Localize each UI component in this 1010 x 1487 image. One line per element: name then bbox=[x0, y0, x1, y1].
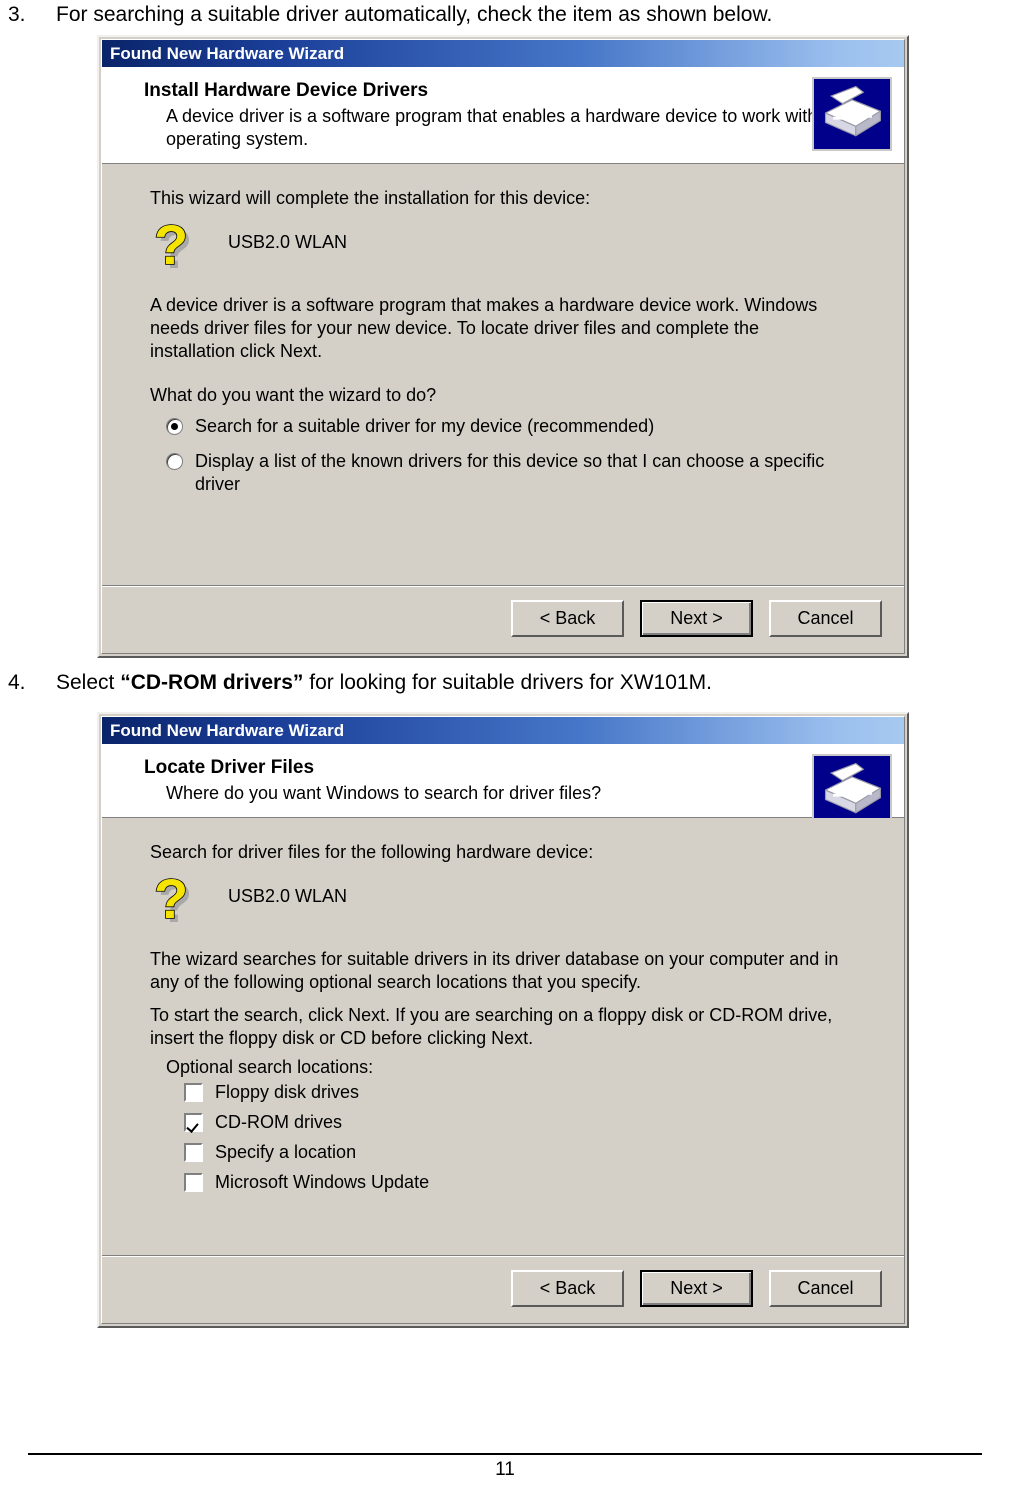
checkbox-option-specify-location-label: Specify a location bbox=[215, 1142, 357, 1162]
device-row: ? ? USB2.0 WLAN bbox=[150, 866, 874, 938]
checkbox-icon-unchecked[interactable] bbox=[184, 1173, 203, 1192]
wizard-body-install: This wizard will complete the installati… bbox=[102, 164, 904, 585]
next-button[interactable]: Next > bbox=[640, 1270, 753, 1307]
wizard-header-title: Install Hardware Device Drivers bbox=[144, 80, 429, 101]
checkbox-option-specify-location[interactable]: Specify a location bbox=[150, 1141, 874, 1164]
checkbox-option-windows-update-label: Microsoft Windows Update bbox=[215, 1172, 430, 1192]
dialog-titlebar: Found New Hardware Wizard bbox=[102, 717, 904, 744]
checkbox-option-cdrom-label: CD-ROM drives bbox=[215, 1112, 343, 1132]
optional-search-locations-label: Optional search locations: bbox=[166, 1057, 374, 1077]
checkbox-icon-unchecked[interactable] bbox=[184, 1143, 203, 1162]
dialog-title-text: Found New Hardware Wizard bbox=[110, 721, 345, 740]
checkbox-icon-unchecked[interactable] bbox=[184, 1083, 203, 1102]
locate-intro-text: Search for driver files for the followin… bbox=[150, 842, 594, 862]
dialog-inner-frame: Found New Hardware Wizard Install Hardwa… bbox=[101, 39, 905, 654]
cancel-button[interactable]: Cancel bbox=[769, 1270, 882, 1307]
wizard-header-band: Locate Driver Files Where do you want Wi… bbox=[102, 744, 904, 828]
footer-divider bbox=[28, 1453, 982, 1455]
radio-icon-selected[interactable] bbox=[166, 418, 183, 435]
hardware-device-icon bbox=[812, 77, 892, 151]
unknown-device-question-icon: ? ? bbox=[150, 212, 212, 280]
svg-text:?: ? bbox=[154, 872, 188, 930]
found-new-hardware-wizard-dialog-install: Found New Hardware Wizard Install Hardwa… bbox=[97, 35, 909, 658]
install-intro-text: This wizard will complete the installati… bbox=[150, 188, 591, 208]
back-button[interactable]: < Back bbox=[511, 1270, 624, 1307]
step-4-emphasis: “CD-ROM drivers” bbox=[120, 671, 304, 694]
radio-option-display-list-label: Display a list of the known drivers for … bbox=[195, 451, 825, 494]
install-description-text: A device driver is a software program th… bbox=[150, 295, 818, 361]
radio-option-display-list[interactable]: Display a list of the known drivers for … bbox=[150, 450, 874, 496]
install-question-text: What do you want the wizard to do? bbox=[150, 385, 437, 405]
driver-option-radio-group: Search for a suitable driver for my devi… bbox=[150, 415, 874, 496]
dialog-titlebar: Found New Hardware Wizard bbox=[102, 40, 904, 67]
step-3-instruction: 3. For searching a suitable driver automa… bbox=[8, 2, 998, 28]
device-row: ? ? USB2.0 WLAN bbox=[150, 212, 874, 284]
wizard-header-title: Locate Driver Files bbox=[144, 757, 315, 778]
checkbox-option-floppy[interactable]: Floppy disk drives bbox=[150, 1081, 874, 1104]
hardware-device-icon bbox=[812, 754, 892, 828]
checkbox-option-cdrom[interactable]: CD-ROM drives bbox=[150, 1111, 874, 1134]
radio-option-search-driver[interactable]: Search for a suitable driver for my devi… bbox=[150, 415, 874, 438]
step-4-instruction: 4. Select “CD-ROM drivers” for looking fo… bbox=[8, 670, 998, 696]
dialog-footer-locate: < Back Next > Cancel bbox=[102, 1255, 904, 1323]
back-button[interactable]: < Back bbox=[511, 600, 624, 637]
step-3-number: 3. bbox=[8, 3, 26, 26]
found-new-hardware-wizard-dialog-locate: Found New Hardware Wizard Locate Driver … bbox=[97, 712, 909, 1328]
step-4-number: 4. bbox=[8, 671, 26, 694]
wizard-body-locate: Search for driver files for the followin… bbox=[102, 818, 904, 1255]
checkbox-icon-checked[interactable] bbox=[184, 1113, 203, 1132]
radio-option-search-driver-label: Search for a suitable driver for my devi… bbox=[195, 416, 655, 436]
optional-search-locations-group: Floppy disk drives CD-ROM drives Specify… bbox=[150, 1081, 874, 1194]
dialog-title-text: Found New Hardware Wizard bbox=[110, 44, 345, 63]
dialog-footer-install: < Back Next > Cancel bbox=[102, 585, 904, 653]
cancel-button[interactable]: Cancel bbox=[769, 600, 882, 637]
step-4-text-after: for looking for suitable drivers for XW1… bbox=[303, 671, 712, 694]
checkbox-option-floppy-label: Floppy disk drives bbox=[215, 1082, 360, 1102]
dialog-inner-frame: Found New Hardware Wizard Locate Driver … bbox=[101, 716, 905, 1324]
radio-icon-unselected[interactable] bbox=[166, 453, 183, 470]
svg-text:?: ? bbox=[154, 218, 188, 276]
step-3-text: For searching a suitable driver automati… bbox=[56, 3, 773, 26]
unknown-device-question-icon: ? ? bbox=[150, 866, 212, 934]
locate-description-2: To start the search, click Next. If you … bbox=[150, 1005, 833, 1048]
next-button[interactable]: Next > bbox=[640, 600, 753, 637]
device-name-label: USB2.0 WLAN bbox=[228, 232, 348, 252]
device-name-label: USB2.0 WLAN bbox=[228, 886, 348, 906]
step-4-text-before: Select bbox=[56, 671, 121, 694]
wizard-header-band: Install Hardware Device Drivers A device… bbox=[102, 67, 904, 164]
checkbox-option-windows-update[interactable]: Microsoft Windows Update bbox=[150, 1171, 874, 1194]
wizard-header-subtitle: Where do you want Windows to search for … bbox=[166, 783, 602, 803]
locate-description-1: The wizard searches for suitable drivers… bbox=[150, 949, 839, 992]
wizard-header-subtitle: A device driver is a software program th… bbox=[166, 106, 843, 149]
page-number: 11 bbox=[495, 1459, 515, 1480]
